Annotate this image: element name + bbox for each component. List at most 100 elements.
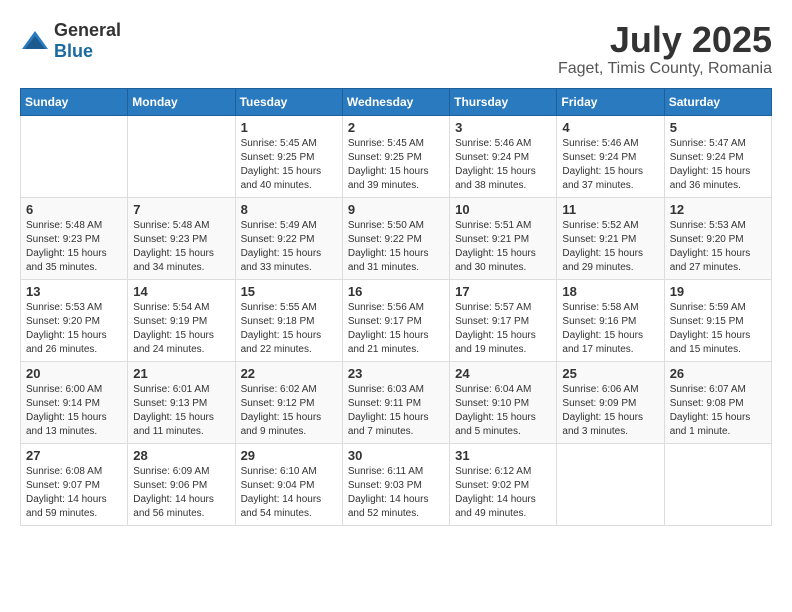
weekday-header-wednesday: Wednesday <box>342 88 449 115</box>
day-info: Sunrise: 5:46 AMSunset: 9:24 PMDaylight:… <box>455 137 551 193</box>
day-number: 21 <box>133 366 229 381</box>
day-number: 26 <box>670 366 766 381</box>
day-number: 19 <box>670 284 766 299</box>
calendar-cell: 14 Sunrise: 5:54 AMSunset: 9:19 PMDayligh… <box>128 279 235 361</box>
day-info: Sunrise: 5:53 AMSunset: 9:20 PMDaylight:… <box>670 219 766 275</box>
day-info: Sunrise: 5:45 AMSunset: 9:25 PMDaylight:… <box>348 137 444 193</box>
day-number: 14 <box>133 284 229 299</box>
calendar-cell: 18 Sunrise: 5:58 AMSunset: 9:16 PMDayligh… <box>557 279 664 361</box>
day-info: Sunrise: 5:53 AMSunset: 9:20 PMDaylight:… <box>26 301 122 357</box>
day-info: Sunrise: 5:59 AMSunset: 9:15 PMDaylight:… <box>670 301 766 357</box>
calendar-cell: 19 Sunrise: 5:59 AMSunset: 9:15 PMDayligh… <box>664 279 771 361</box>
title-block: July 2025 Faget, Timis County, Romania <box>558 20 772 78</box>
day-info: Sunrise: 5:55 AMSunset: 9:18 PMDaylight:… <box>241 301 337 357</box>
day-info: Sunrise: 5:54 AMSunset: 9:19 PMDaylight:… <box>133 301 229 357</box>
calendar-cell: 26Sunrise: 6:07 AMSunset: 9:08 PMDayligh… <box>664 361 771 443</box>
logo-icon <box>20 29 50 53</box>
day-info: Sunrise: 5:58 AMSunset: 9:16 PMDaylight:… <box>562 301 658 357</box>
calendar-cell: 9Sunrise: 5:50 AMSunset: 9:22 PMDaylight… <box>342 197 449 279</box>
day-number: 7 <box>133 202 229 217</box>
calendar-week-row: 27 Sunrise: 6:08 AMSunset: 9:07 PMDayligh… <box>21 443 772 525</box>
calendar-cell: 1Sunrise: 5:45 AMSunset: 9:25 PMDaylight… <box>235 115 342 197</box>
calendar-cell <box>664 443 771 525</box>
calendar-cell: 4Sunrise: 5:46 AMSunset: 9:24 PMDaylight… <box>557 115 664 197</box>
calendar-cell: 3 Sunrise: 5:46 AMSunset: 9:24 PMDaylight… <box>450 115 557 197</box>
day-number: 18 <box>562 284 658 299</box>
day-info: Sunrise: 5:50 AMSunset: 9:22 PMDaylight:… <box>348 219 444 275</box>
weekday-header-monday: Monday <box>128 88 235 115</box>
day-number: 25 <box>562 366 658 381</box>
day-number: 6 <box>26 202 122 217</box>
day-number: 15 <box>241 284 337 299</box>
day-info: Sunrise: 5:56 AMSunset: 9:17 PMDaylight:… <box>348 301 444 357</box>
calendar-cell: 6 Sunrise: 5:48 AMSunset: 9:23 PMDaylight… <box>21 197 128 279</box>
calendar-week-row: 1Sunrise: 5:45 AMSunset: 9:25 PMDaylight… <box>21 115 772 197</box>
day-number: 29 <box>241 448 337 463</box>
calendar-cell: 13 Sunrise: 5:53 AMSunset: 9:20 PMDayligh… <box>21 279 128 361</box>
day-number: 3 <box>455 120 551 135</box>
calendar-cell: 12Sunrise: 5:53 AMSunset: 9:20 PMDayligh… <box>664 197 771 279</box>
day-number: 2 <box>348 120 444 135</box>
calendar-cell: 7Sunrise: 5:48 AMSunset: 9:23 PMDaylight… <box>128 197 235 279</box>
weekday-header-sunday: Sunday <box>21 88 128 115</box>
day-number: 13 <box>26 284 122 299</box>
day-info: Sunrise: 5:51 AMSunset: 9:21 PMDaylight:… <box>455 219 551 275</box>
weekday-header-thursday: Thursday <box>450 88 557 115</box>
day-info: Sunrise: 6:02 AMSunset: 9:12 PMDaylight:… <box>241 383 337 439</box>
calendar-body: 1Sunrise: 5:45 AMSunset: 9:25 PMDaylight… <box>21 115 772 525</box>
day-number: 4 <box>562 120 658 135</box>
calendar-cell: 17 Sunrise: 5:57 AMSunset: 9:17 PMDayligh… <box>450 279 557 361</box>
calendar-cell: 15 Sunrise: 5:55 AMSunset: 9:18 PMDayligh… <box>235 279 342 361</box>
month-title: July 2025 <box>558 20 772 60</box>
day-info: Sunrise: 5:57 AMSunset: 9:17 PMDaylight:… <box>455 301 551 357</box>
day-info: Sunrise: 5:48 AMSunset: 9:23 PMDaylight:… <box>26 219 122 275</box>
calendar-week-row: 6 Sunrise: 5:48 AMSunset: 9:23 PMDaylight… <box>21 197 772 279</box>
logo-text-general: General <box>54 20 121 40</box>
calendar-cell: 20Sunrise: 6:00 AMSunset: 9:14 PMDayligh… <box>21 361 128 443</box>
calendar-cell: 27 Sunrise: 6:08 AMSunset: 9:07 PMDayligh… <box>21 443 128 525</box>
calendar-cell: 22 Sunrise: 6:02 AMSunset: 9:12 PMDayligh… <box>235 361 342 443</box>
calendar-cell: 16 Sunrise: 5:56 AMSunset: 9:17 PMDayligh… <box>342 279 449 361</box>
day-info: Sunrise: 6:09 AMSunset: 9:06 PMDaylight:… <box>133 465 229 521</box>
day-info: Sunrise: 5:49 AMSunset: 9:22 PMDaylight:… <box>241 219 337 275</box>
page-header: General Blue July 2025 Faget, Timis Coun… <box>20 20 772 78</box>
day-info: Sunrise: 6:01 AMSunset: 9:13 PMDaylight:… <box>133 383 229 439</box>
calendar-week-row: 13 Sunrise: 5:53 AMSunset: 9:20 PMDayligh… <box>21 279 772 361</box>
calendar-cell: 25 Sunrise: 6:06 AMSunset: 9:09 PMDayligh… <box>557 361 664 443</box>
day-info: Sunrise: 6:03 AMSunset: 9:11 PMDaylight:… <box>348 383 444 439</box>
day-number: 16 <box>348 284 444 299</box>
day-info: Sunrise: 6:06 AMSunset: 9:09 PMDaylight:… <box>562 383 658 439</box>
calendar-cell <box>128 115 235 197</box>
day-number: 10 <box>455 202 551 217</box>
day-number: 23 <box>348 366 444 381</box>
calendar-cell: 24Sunrise: 6:04 AMSunset: 9:10 PMDayligh… <box>450 361 557 443</box>
day-number: 27 <box>26 448 122 463</box>
day-number: 22 <box>241 366 337 381</box>
calendar-cell: 5 Sunrise: 5:47 AMSunset: 9:24 PMDaylight… <box>664 115 771 197</box>
calendar-cell: 30Sunrise: 6:11 AMSunset: 9:03 PMDayligh… <box>342 443 449 525</box>
day-info: Sunrise: 6:04 AMSunset: 9:10 PMDaylight:… <box>455 383 551 439</box>
calendar-cell: 31 Sunrise: 6:12 AMSunset: 9:02 PMDayligh… <box>450 443 557 525</box>
day-number: 11 <box>562 202 658 217</box>
calendar-cell: 23 Sunrise: 6:03 AMSunset: 9:11 PMDayligh… <box>342 361 449 443</box>
day-info: Sunrise: 6:11 AMSunset: 9:03 PMDaylight:… <box>348 465 444 521</box>
day-info: Sunrise: 5:47 AMSunset: 9:24 PMDaylight:… <box>670 137 766 193</box>
calendar-table: SundayMondayTuesdayWednesdayThursdayFrid… <box>20 88 772 526</box>
day-number: 28 <box>133 448 229 463</box>
day-number: 5 <box>670 120 766 135</box>
calendar-cell: 2 Sunrise: 5:45 AMSunset: 9:25 PMDaylight… <box>342 115 449 197</box>
weekday-header-tuesday: Tuesday <box>235 88 342 115</box>
day-info: Sunrise: 6:10 AMSunset: 9:04 PMDaylight:… <box>241 465 337 521</box>
calendar-cell <box>557 443 664 525</box>
weekday-header-saturday: Saturday <box>664 88 771 115</box>
day-info: Sunrise: 5:52 AMSunset: 9:21 PMDaylight:… <box>562 219 658 275</box>
day-info: Sunrise: 6:12 AMSunset: 9:02 PMDaylight:… <box>455 465 551 521</box>
day-number: 20 <box>26 366 122 381</box>
calendar-cell: 21 Sunrise: 6:01 AMSunset: 9:13 PMDayligh… <box>128 361 235 443</box>
calendar-cell <box>21 115 128 197</box>
day-info: Sunrise: 5:45 AMSunset: 9:25 PMDaylight:… <box>241 137 337 193</box>
calendar-cell: 28 Sunrise: 6:09 AMSunset: 9:06 PMDayligh… <box>128 443 235 525</box>
day-info: Sunrise: 6:08 AMSunset: 9:07 PMDaylight:… <box>26 465 122 521</box>
day-number: 31 <box>455 448 551 463</box>
day-number: 17 <box>455 284 551 299</box>
